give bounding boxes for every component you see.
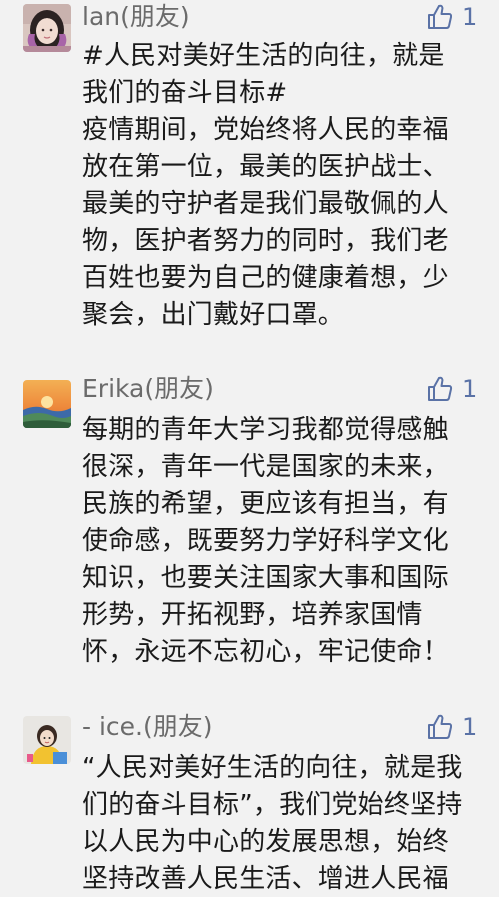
- like-button[interactable]: 1: [426, 2, 477, 32]
- comment-line: 我们的奋斗目标#: [82, 78, 288, 108]
- user-avatar[interactable]: [23, 380, 71, 428]
- comment-line: 使命感，既要努力学好科学文化: [82, 526, 449, 556]
- comment-line: #人民对美好生活的向往，就是: [82, 41, 445, 71]
- comment-line: 物，医护者努力的同时，我们老: [82, 226, 449, 256]
- comment-line: 民族的希望，更应该有担当，有: [82, 489, 449, 519]
- user-avatar[interactable]: [23, 716, 71, 764]
- comment-author[interactable]: lan(朋友): [82, 2, 190, 32]
- comment-line: 知识，也要关注国家大事和国际: [82, 563, 449, 593]
- like-count: 1: [462, 713, 478, 741]
- comment-line: 放在第一位，最美的医护战士、: [82, 152, 449, 182]
- thumbs-up-icon: [428, 4, 453, 29]
- comment-line: 疫情期间，党始终将人民的幸福: [82, 115, 449, 145]
- comment-line: “人民对美好生活的向往，就是我: [82, 753, 463, 783]
- comment-text: “人民对美好生活的向往，就是我 们的奋斗目标”，我们党始终坚持 以人民为中心的发…: [82, 750, 474, 897]
- user-avatar-sunset-icon: [23, 380, 71, 428]
- comment-line: 很深，青年一代是国家的未来，: [82, 452, 449, 482]
- comment-list: lan(朋友) 1 #人民对美好生活的向往，就是 我们的奋斗目标# 疫情期间，党…: [0, 0, 499, 897]
- comment-author[interactable]: - ice.(朋友): [82, 712, 213, 742]
- comment-line: 怀，永远不忘初心，牢记使命！: [82, 637, 449, 667]
- user-avatar-portrait-icon: [23, 4, 71, 52]
- comment-line: 们的奋斗目标”，我们党始终坚持: [82, 790, 463, 820]
- comment-text: 每期的青年大学习我都觉得感触 很深，青年一代是国家的未来， 民族的希望，更应该有…: [82, 412, 474, 671]
- comment-line: 聚会，出门戴好口罩。: [82, 300, 345, 330]
- thumbs-up-icon: [428, 714, 453, 739]
- user-avatar[interactable]: [23, 4, 71, 52]
- comment-line: 最美的守护者是我们最敬佩的人: [82, 189, 449, 219]
- like-count: 1: [462, 3, 478, 31]
- comment-text: #人民对美好生活的向往，就是 我们的奋斗目标# 疫情期间，党始终将人民的幸福 放…: [82, 38, 474, 334]
- thumbs-up-icon: [428, 376, 453, 401]
- comment-line: 每期的青年大学习我都觉得感触: [82, 415, 449, 445]
- comment-line: 以人民为中心的发展思想，始终: [82, 827, 449, 857]
- comment-author[interactable]: Erika(朋友): [82, 374, 214, 404]
- comment-line: 坚持改善人民生活、增进人民福: [82, 864, 449, 894]
- like-button[interactable]: 1: [426, 712, 477, 742]
- comment-line: 百姓也要为自己的健康着想，少: [82, 263, 449, 293]
- user-avatar-cartoon-icon: [23, 716, 71, 764]
- comment-line: 形势，开拓视野，培养家国情: [82, 600, 423, 630]
- like-button[interactable]: 1: [426, 374, 477, 404]
- like-count: 1: [462, 375, 478, 403]
